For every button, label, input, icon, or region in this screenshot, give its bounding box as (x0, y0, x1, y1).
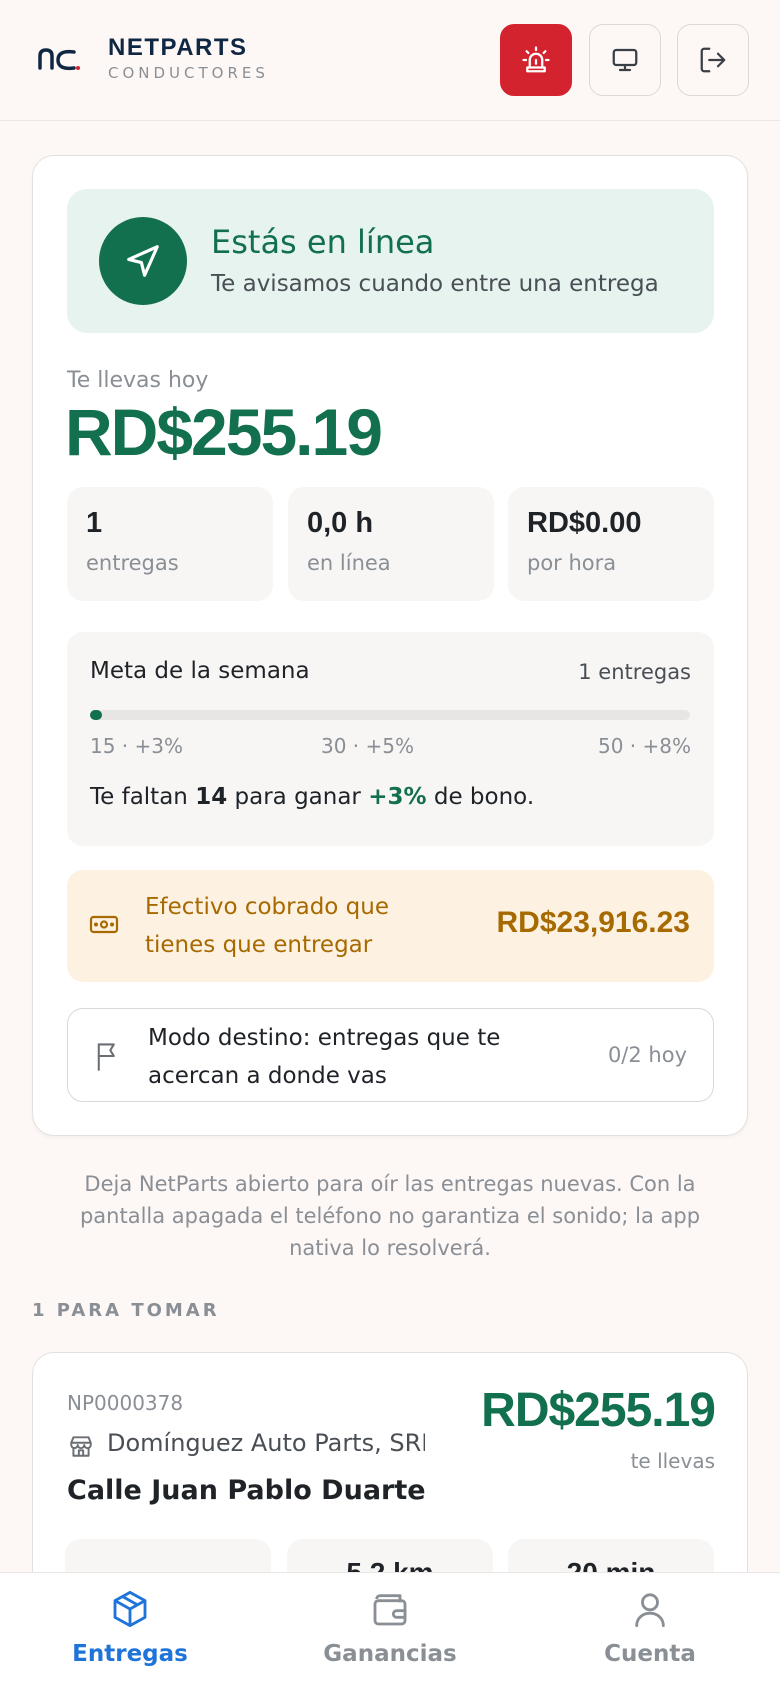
destination-mode-button[interactable]: Modo destino: entregas que te acercan a … (67, 1008, 714, 1102)
wallet-icon (373, 1594, 407, 1626)
stat-value: 0,0 h (307, 507, 374, 539)
stat-deliveries: 1 entregas (67, 487, 273, 601)
cash-to-deliver-amount: RD$23,916.23 (496, 906, 690, 939)
stat-value: RD$0.00 (527, 507, 642, 539)
tab-label: Ganancias (323, 1641, 457, 1667)
sound-hint-text: Deja NetParts abierto para oír las entre… (79, 1172, 701, 1260)
order-address: Calle Juan Pablo Duarte (67, 1475, 426, 1506)
online-status-banner: Estás en línea Te avisamos cuando entre … (67, 189, 714, 333)
desktop-button[interactable] (589, 24, 661, 96)
netparts-logo-icon (38, 48, 80, 71)
weekly-goal-panel: Meta de la semana 1 entregas 15 · +3% 30… (67, 632, 714, 846)
stat-value: 1 (86, 507, 103, 539)
goal-note-mid: para ganar (234, 784, 361, 810)
stat-label: entregas (86, 551, 179, 575)
brand: NETPARTS CONDUCTORES (108, 34, 269, 83)
siren-icon (522, 46, 550, 73)
earnings-value: RD$255.19 (65, 395, 383, 469)
monitor-icon (612, 48, 638, 72)
online-status-subtitle: Te avisamos cuando entre una entrega (211, 271, 659, 297)
tab-entregas[interactable]: Entregas (0, 1573, 260, 1688)
app-header: NETPARTS CONDUCTORES (0, 0, 780, 121)
today-summary-card: Estás en línea Te avisamos cuando entre … (32, 155, 748, 1136)
order-amount: RD$255.19 (481, 1384, 716, 1437)
goal-tick: 15 · +3% (90, 734, 184, 758)
goal-note-suffix: de bono. (433, 784, 535, 810)
goal-tick: 30 · +5% (321, 734, 415, 758)
logout-icon (700, 47, 726, 73)
order-id: NP0000378 (67, 1391, 184, 1415)
stat-label: por hora (527, 551, 617, 575)
order-store-name: Domínguez Auto Parts, SRL (107, 1429, 425, 1457)
weekly-goal-progress-bar (90, 710, 690, 720)
weekly-goal-count: 1 entregas (578, 660, 691, 684)
online-status-title: Estás en línea (211, 223, 435, 261)
cash-to-deliver-label: Efectivo cobrado que tienes que entregar (145, 894, 390, 958)
tab-label: Cuenta (604, 1641, 696, 1667)
weekly-goal-title: Meta de la semana (90, 658, 310, 684)
stat-label: en línea (307, 551, 391, 575)
banknote-icon (89, 915, 119, 934)
tab-ganancias[interactable]: Ganancias (260, 1573, 520, 1688)
flag-icon (97, 1043, 115, 1071)
stat-online-time: 0,0 h en línea (288, 487, 494, 601)
bottom-tab-bar: Entregas Ganancias Cuenta (0, 1572, 780, 1688)
tab-label: Entregas (72, 1641, 188, 1667)
online-status-badge (99, 217, 187, 305)
goal-tick: 50 · +8% (597, 734, 691, 758)
earnings-label: Te llevas hoy (67, 368, 209, 393)
brand-subtitle: CONDUCTORES (108, 64, 269, 82)
tab-cuenta[interactable]: Cuenta (520, 1573, 780, 1688)
goal-note-bonus: +3% (368, 784, 427, 810)
available-orders-heading: 1 PARA TOMAR (32, 1300, 220, 1321)
weekly-goal-progress-fill (90, 710, 102, 720)
stat-per-hour: RD$0.00 por hora (508, 487, 714, 601)
weekly-goal-note: Te faltan 14 para ganar +3% de bono. (90, 784, 534, 810)
order-earn-label: te llevas (630, 1449, 715, 1473)
logout-button[interactable] (677, 24, 749, 96)
goal-note-prefix: Te faltan (90, 784, 188, 810)
package-icon (113, 1590, 147, 1628)
store-icon (70, 1436, 92, 1457)
user-icon (635, 1593, 665, 1628)
destination-mode-label: Modo destino: entregas que te acercan a … (148, 1025, 501, 1089)
emergency-button[interactable] (500, 24, 572, 96)
destination-mode-count: 0/2 hoy (607, 1043, 687, 1067)
navigation-arrow-icon (127, 245, 159, 277)
cash-to-deliver-banner[interactable]: Efectivo cobrado que tienes que entregar… (67, 870, 714, 982)
brand-name: NETPARTS (108, 34, 248, 61)
goal-note-remaining: 14 (195, 784, 228, 810)
